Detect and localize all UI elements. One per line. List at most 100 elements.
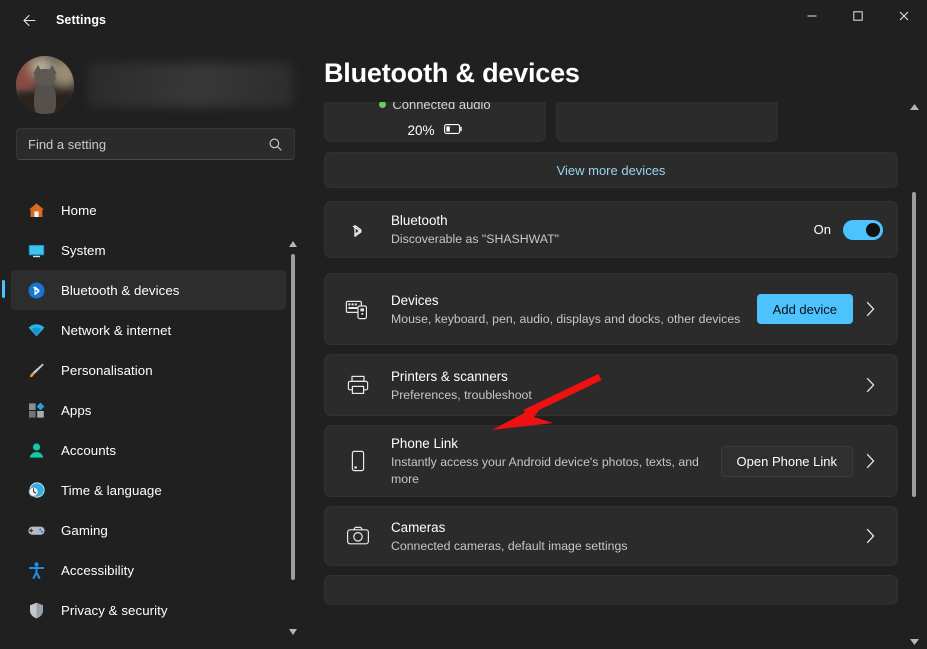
back-button[interactable]: [12, 5, 46, 35]
sidebar-nav-list: Home System: [0, 190, 290, 630]
search-input[interactable]: [17, 137, 268, 152]
sidebar-item-time-language[interactable]: Time & language: [11, 470, 286, 510]
minimize-button[interactable]: [789, 0, 835, 32]
account-section[interactable]: [0, 40, 311, 116]
close-button[interactable]: [881, 0, 927, 32]
camera-icon: [341, 525, 375, 547]
page-title: Bluetooth & devices: [324, 58, 580, 89]
row-title: Printers & scanners: [391, 367, 843, 386]
row-subtitle: Preferences, troubleshoot: [391, 387, 843, 404]
device-battery: 20%: [325, 123, 545, 138]
minimize-icon: [806, 10, 818, 22]
sidebar-item-apps[interactable]: Apps: [11, 390, 286, 430]
account-name-redacted: [88, 63, 293, 107]
main-scroll-up-button[interactable]: [910, 100, 919, 114]
sidebar-item-label: Apps: [61, 403, 92, 418]
sidebar-item-label: Privacy & security: [61, 603, 168, 618]
sidebar-item-privacy-security[interactable]: Privacy & security: [11, 590, 286, 630]
sidebar-item-gaming[interactable]: Gaming: [11, 510, 286, 550]
row-text: Bluetooth Discoverable as "SHASHWAT": [375, 211, 814, 248]
clock-globe-icon: [23, 481, 49, 500]
row-title: Devices: [391, 291, 747, 310]
row-title: Phone Link: [391, 434, 711, 453]
sidebar-item-label: Accounts: [61, 443, 116, 458]
main-content: Bluetooth & devices Connected audio 20%: [311, 40, 927, 649]
row-subtitle: Discoverable as "SHASHWAT": [391, 231, 804, 248]
row-title: Bluetooth: [391, 211, 804, 230]
chevron-right-icon[interactable]: [857, 453, 883, 469]
add-device-button[interactable]: Add device: [757, 294, 853, 324]
row-printers-scanners[interactable]: Printers & scanners Preferences, trouble…: [324, 354, 898, 416]
row-subtitle: Instantly access your Android device's p…: [391, 454, 711, 488]
search-icon: [268, 137, 294, 152]
phone-icon: [341, 449, 375, 473]
open-phone-link-button[interactable]: Open Phone Link: [721, 446, 853, 477]
sidebar-item-label: Network & internet: [61, 323, 171, 338]
sidebar-scroll-track[interactable]: [287, 250, 299, 626]
sidebar-item-label: Personalisation: [61, 363, 153, 378]
chevron-right-icon[interactable]: [857, 377, 883, 393]
main-scroll-thumb[interactable]: [912, 192, 916, 497]
gamepad-icon: [23, 521, 49, 540]
search-box[interactable]: [16, 128, 295, 160]
window-title: Settings: [56, 13, 106, 27]
sidebar-item-label: Time & language: [61, 483, 162, 498]
sidebar-scroll-thumb[interactable]: [291, 254, 295, 580]
sidebar-item-personalisation[interactable]: Personalisation: [11, 350, 286, 390]
bluetooth-icon: [341, 219, 375, 241]
bluetooth-icon: [23, 281, 49, 300]
row-text: Phone Link Instantly access your Android…: [375, 434, 721, 488]
row-text: Devices Mouse, keyboard, pen, audio, dis…: [375, 291, 757, 328]
device-card[interactable]: Connected audio 20%: [324, 102, 546, 142]
device-card[interactable]: [556, 102, 778, 142]
apps-icon: [23, 401, 49, 420]
battery-low-icon: [444, 123, 463, 138]
sidebar-item-label: Bluetooth & devices: [61, 283, 179, 298]
printer-icon: [341, 374, 375, 396]
sidebar-item-bluetooth-devices[interactable]: Bluetooth & devices: [11, 270, 286, 310]
main-scroll-down-button[interactable]: [910, 635, 919, 649]
sidebar-scrollbar[interactable]: [287, 238, 299, 638]
bluetooth-toggle-group[interactable]: On: [814, 220, 883, 240]
account-icon: [23, 441, 49, 460]
window-controls: [789, 0, 927, 40]
sidebar-item-label: System: [61, 243, 106, 258]
sidebar-item-network-internet[interactable]: Network & internet: [11, 310, 286, 350]
row-next-partial[interactable]: [324, 575, 898, 605]
sidebar-item-system[interactable]: System: [11, 230, 286, 270]
sidebar-scroll-up-button[interactable]: [289, 238, 297, 250]
view-more-devices-link[interactable]: View more devices: [324, 152, 898, 188]
brush-icon: [23, 361, 49, 380]
main-scrollbar[interactable]: [907, 100, 921, 649]
row-title: Cameras: [391, 518, 843, 537]
avatar: [16, 56, 74, 114]
maximize-button[interactable]: [835, 0, 881, 32]
status-dot-icon: [379, 102, 386, 108]
sidebar-item-accounts[interactable]: Accounts: [11, 430, 286, 470]
main-scroll-track[interactable]: [907, 114, 921, 635]
row-cameras[interactable]: Cameras Connected cameras, default image…: [324, 506, 898, 566]
device-status-label: Connected audio: [392, 102, 490, 112]
sidebar-scroll-down-button[interactable]: [289, 626, 297, 638]
chevron-right-icon[interactable]: [857, 301, 883, 317]
sidebar-item-accessibility[interactable]: Accessibility: [11, 550, 286, 590]
row-devices[interactable]: Devices Mouse, keyboard, pen, audio, dis…: [324, 273, 898, 345]
toggle-knob: [866, 223, 880, 237]
device-battery-label: 20%: [407, 123, 434, 138]
arrow-left-icon: [21, 12, 38, 29]
row-text: Printers & scanners Preferences, trouble…: [375, 367, 853, 404]
settings-window: Settings: [0, 0, 927, 649]
row-bluetooth[interactable]: Bluetooth Discoverable as "SHASHWAT" On: [324, 201, 898, 258]
home-icon: [23, 201, 49, 220]
bluetooth-toggle[interactable]: [843, 220, 883, 240]
row-phone-link[interactable]: Phone Link Instantly access your Android…: [324, 425, 898, 497]
sidebar-item-label: Gaming: [61, 523, 108, 538]
sidebar-nav: Home System: [0, 190, 311, 649]
chevron-right-icon[interactable]: [857, 528, 883, 544]
settings-scroll-area: Connected audio 20%: [311, 102, 911, 649]
system-icon: [23, 241, 49, 260]
sidebar: Home System: [0, 40, 311, 649]
keyboard-mouse-icon: [341, 297, 375, 321]
row-subtitle: Mouse, keyboard, pen, audio, displays an…: [391, 311, 747, 328]
sidebar-item-home[interactable]: Home: [11, 190, 286, 230]
